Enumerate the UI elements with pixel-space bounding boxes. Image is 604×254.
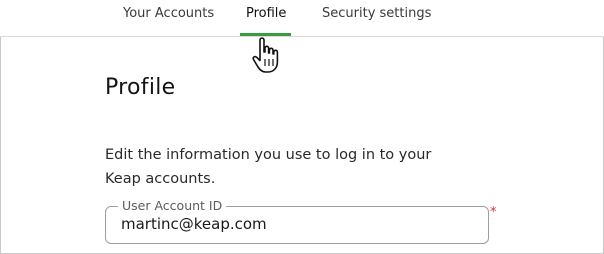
profile-description: Edit the information you use to log in t… [105,147,432,187]
page-title: Profile [105,75,176,100]
tab-bar: Your Accounts Profile Security settings [0,0,604,37]
tab-your-accounts[interactable]: Your Accounts [123,6,214,21]
required-marker: * [490,205,497,220]
tab-profile[interactable]: Profile [246,6,286,21]
user-account-id-label: User Account ID [118,198,227,214]
hand-pointer-icon [252,37,279,73]
user-account-id-input[interactable] [121,215,471,233]
user-account-id-field[interactable]: User Account ID [105,198,489,244]
tab-security-settings[interactable]: Security settings [322,6,431,21]
